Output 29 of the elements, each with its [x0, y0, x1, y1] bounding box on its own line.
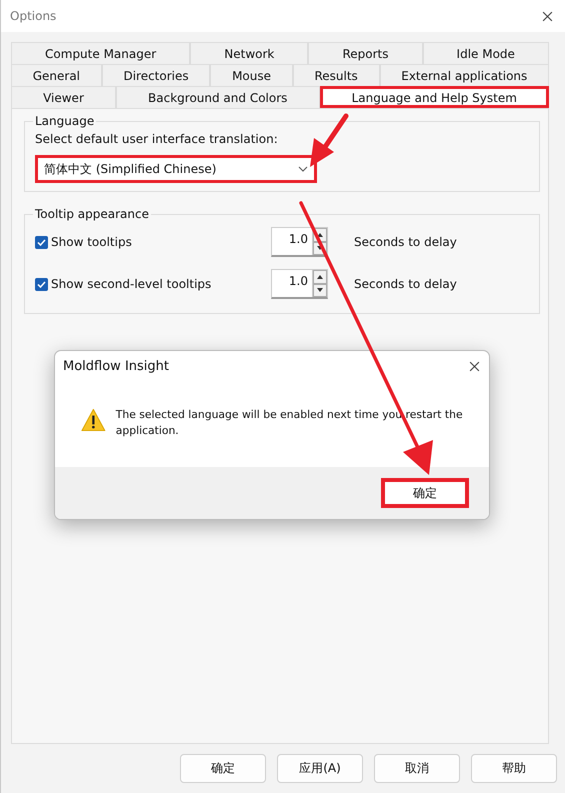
- footer-button[interactable]: 确定: [180, 754, 266, 783]
- tab[interactable]: Reports: [308, 42, 423, 64]
- tab[interactable]: Results: [292, 64, 380, 86]
- tab[interactable]: Language and Help System: [320, 86, 550, 108]
- tab[interactable]: Idle Mode: [422, 42, 549, 64]
- tab[interactable]: External applications: [380, 64, 549, 86]
- spin-field[interactable]: 1.0: [271, 227, 328, 257]
- tab[interactable]: Viewer: [11, 86, 116, 108]
- tab[interactable]: Compute Manager: [11, 42, 190, 64]
- delay-label: Seconds to delay: [354, 235, 457, 249]
- spin-field[interactable]: 1.0: [271, 269, 328, 299]
- tab[interactable]: Network: [190, 42, 308, 64]
- tab[interactable]: Background and Colors: [116, 86, 320, 108]
- footer-button[interactable]: 帮助: [471, 754, 557, 783]
- ok-button[interactable]: 确定: [381, 478, 469, 508]
- dialog-title: Moldflow Insight: [63, 358, 169, 374]
- window-title: Options: [10, 9, 56, 23]
- prompt-label: Select default user interface translation:: [35, 132, 279, 146]
- tab[interactable]: Directories: [102, 64, 210, 86]
- footer-button[interactable]: 取消: [374, 754, 460, 783]
- tab[interactable]: General: [11, 64, 102, 86]
- group-title: Language: [33, 114, 96, 128]
- checkbox-label: Show tooltips: [51, 235, 132, 249]
- checkbox-label: Show second-level tooltips: [51, 277, 212, 291]
- language-dropdown[interactable]: 简体中文 (Simplified Chinese): [35, 155, 317, 183]
- group-title: Tooltip appearance: [33, 207, 151, 221]
- footer-button[interactable]: 应用(A): [277, 754, 363, 783]
- tab[interactable]: Mouse: [210, 64, 293, 86]
- delay-label: Seconds to delay: [354, 277, 457, 291]
